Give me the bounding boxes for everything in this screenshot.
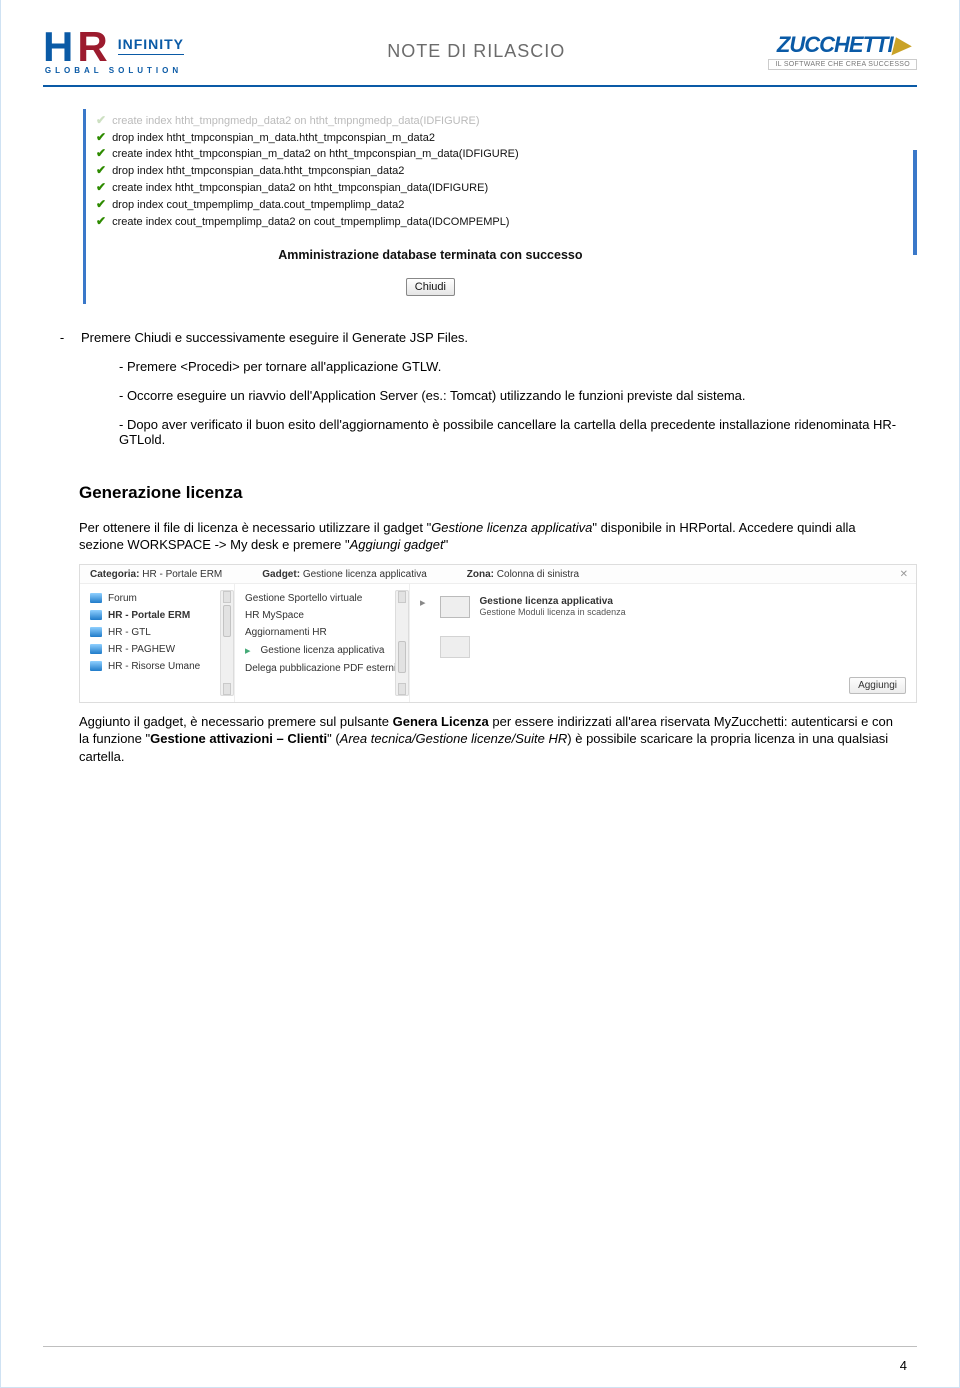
zucchetti-name: ZUCCHETTI (777, 32, 893, 57)
db-step: ✔drop index cout_tmpemplimp_data.cout_tm… (96, 196, 765, 213)
body-sub-bullet: - Dopo aver verificato il buon esito del… (119, 417, 917, 447)
list-item[interactable]: Delega pubblicazione PDF esterni (245, 660, 409, 677)
gadget-value: Gestione licenza applicativa (303, 569, 427, 580)
zucchetti-arrow-icon: ▶ (893, 32, 909, 57)
close-icon[interactable]: ✕ (900, 569, 908, 580)
footer-rule (43, 1346, 917, 1347)
gadget-top-bar: Categoria: HR - Portale ERM Gadget: Gest… (80, 565, 916, 584)
header-title: NOTE DI RILASCIO (387, 41, 565, 62)
page: H R INFINITY GLOBAL SOLUTION NOTE DI RIL… (0, 0, 960, 1388)
after-paragraph: Aggiunto il gadget, è necessario premere… (79, 713, 897, 766)
preview-thumbnail[interactable] (440, 596, 470, 618)
db-success-message: Amministrazione database terminata con s… (96, 248, 765, 262)
list-item[interactable]: ▸Gestione licenza applicativa (245, 641, 409, 660)
list-item[interactable]: HR - PAGHEW (90, 641, 234, 658)
section-paragraph: Per ottenere il file di licenza è necess… (79, 519, 897, 554)
list-item[interactable]: Forum (90, 590, 234, 607)
db-step: ✔create index cout_tmpemplimp_data2 on c… (96, 213, 765, 230)
list-item[interactable]: HR - Portale ERM (90, 607, 234, 624)
body-sub-bullet: - Premere <Procedi> per tornare all'appl… (119, 359, 917, 374)
scrollbar[interactable] (395, 590, 409, 696)
folder-icon (90, 661, 102, 671)
db-step: ✔drop index htht_tmpconspian_m_data.htht… (96, 129, 765, 146)
folder-icon (90, 610, 102, 620)
zona-value: Colonna di sinistra (497, 569, 579, 580)
db-step: ✔create index htht_tmpconspian_m_data2 o… (96, 145, 765, 162)
list-item[interactable]: Gestione Sportello virtuale (245, 590, 409, 607)
logo-infinity-text: INFINITY (118, 36, 184, 55)
check-icon: ✔ (96, 129, 106, 145)
right-accent-bar (913, 150, 917, 255)
check-icon: ✔ (96, 112, 106, 128)
check-icon: ✔ (96, 162, 106, 178)
db-step: ✔drop index htht_tmpconspian_data.htht_t… (96, 162, 765, 179)
list-item[interactable]: HR - GTL (90, 624, 234, 641)
categoria-label: Categoria: (90, 569, 139, 580)
zucchetti-logo: ZUCCHETTI▶ IL SOFTWARE CHE CREA SUCCESSO (768, 32, 917, 70)
add-button[interactable]: Aggiungi (849, 677, 906, 694)
gadget-label: Gadget: (262, 569, 300, 580)
body-bullet: - Premere Chiudi e successivamente esegu… (43, 330, 917, 345)
gadget-screenshot: Categoria: HR - Portale ERM Gadget: Gest… (79, 564, 917, 703)
list-item[interactable]: HR MySpace (245, 607, 409, 624)
scrollbar[interactable] (220, 590, 234, 696)
gadget-preview: ▸ Gestione licenza applicativa Gestione … (410, 584, 916, 702)
preview-subtitle: Gestione Moduli licenza in scadenza (480, 607, 626, 617)
list-item[interactable]: HR - Risorse Umane (90, 658, 234, 675)
folder-icon (90, 627, 102, 637)
zucchetti-tagline: IL SOFTWARE CHE CREA SUCCESSO (768, 59, 917, 70)
zona-label: Zona: (467, 569, 494, 580)
logo-subtext: GLOBAL SOLUTION (45, 66, 182, 75)
logo-h-glyph: H (43, 28, 73, 66)
preview-title: Gestione licenza applicativa (480, 596, 626, 607)
categoria-value: HR - Portale ERM (142, 569, 222, 580)
body-bullets: - Premere Chiudi e successivamente esegu… (43, 330, 917, 345)
page-number: 4 (900, 1358, 907, 1373)
db-step: ✔create index htht_tmpconspian_data2 on … (96, 179, 765, 196)
db-step-cut: ✔ create index htht_tmpngmedp_data2 on h… (96, 112, 765, 129)
body-sub-bullet: - Occorre eseguire un riavvio dell'Appli… (119, 388, 917, 403)
folder-icon (90, 593, 102, 603)
category-list: Forum HR - Portale ERM HR - GTL HR - PAG… (80, 584, 235, 702)
play-icon: ▸ (420, 596, 426, 609)
logo-r-glyph: R (77, 28, 107, 66)
check-icon: ✔ (96, 179, 106, 195)
preview-thumbnail[interactable] (440, 636, 470, 658)
gadget-list: Gestione Sportello virtuale HR MySpace A… (235, 584, 410, 702)
page-header: H R INFINITY GLOBAL SOLUTION NOTE DI RIL… (43, 28, 917, 87)
close-button[interactable]: Chiudi (406, 278, 455, 296)
hr-logo: H R INFINITY GLOBAL SOLUTION (43, 28, 184, 75)
db-admin-screenshot: ✔ create index htht_tmpngmedp_data2 on h… (83, 109, 765, 304)
list-item[interactable]: Aggiornamenti HR (245, 624, 409, 641)
selected-arrow-icon: ▸ (245, 644, 251, 657)
folder-icon (90, 644, 102, 654)
section-heading: Generazione licenza (79, 483, 917, 503)
check-icon: ✔ (96, 145, 106, 161)
check-icon: ✔ (96, 196, 106, 212)
check-icon: ✔ (96, 213, 106, 229)
